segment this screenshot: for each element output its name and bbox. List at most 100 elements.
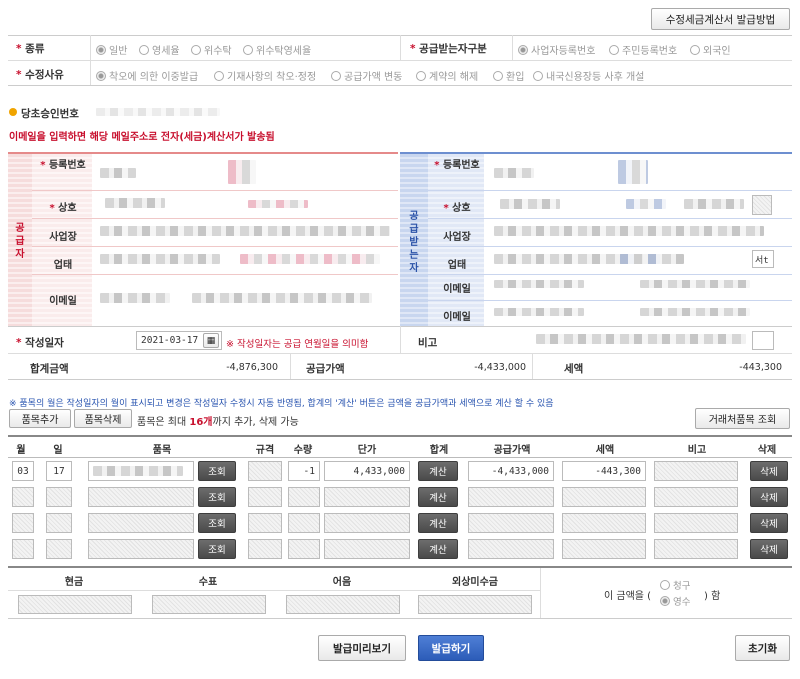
write-date-label: * 작성일자: [16, 337, 64, 349]
calendar-icon[interactable]: ▦: [203, 333, 219, 348]
item-tax-input[interactable]: [562, 487, 646, 507]
item-name-input[interactable]: [88, 513, 194, 533]
modify-reason-label: * 수정사유: [16, 69, 64, 81]
kind-radio-0[interactable]: 일반: [96, 42, 127, 57]
item-month-input[interactable]: [12, 487, 34, 507]
item-unit-price-input[interactable]: [324, 513, 410, 533]
col-remark: 비고: [687, 445, 707, 456]
bullet-icon: [9, 108, 17, 116]
item-day-input[interactable]: [46, 539, 72, 559]
original-approval-label: 당초승인번호: [21, 108, 79, 120]
buyer-business-button[interactable]: 서t: [752, 250, 774, 268]
reason-radio-3[interactable]: 계약의 해제: [416, 68, 478, 83]
item-month-input[interactable]: [12, 539, 34, 559]
item-remark-input[interactable]: [654, 461, 738, 481]
kind-radio-1[interactable]: 영세율: [139, 42, 180, 57]
item-supply-input[interactable]: [468, 513, 554, 533]
reset-button[interactable]: 초기화: [735, 635, 790, 661]
item-lookup-button[interactable]: 조회: [198, 539, 236, 559]
supplier-name-value: [105, 198, 165, 208]
pay-bill-label: 어음: [332, 577, 352, 588]
item-name-input[interactable]: [88, 461, 194, 481]
item-qty-input[interactable]: [288, 513, 320, 533]
receiver-type-radio-2[interactable]: 외국인: [690, 42, 731, 57]
pay-check-input[interactable]: [152, 595, 266, 614]
item-supply-input[interactable]: [468, 487, 554, 507]
pay-bill-input[interactable]: [286, 595, 400, 614]
item-unit-price-input[interactable]: 4,433,000: [324, 461, 410, 481]
delete-item-button[interactable]: 품목삭제: [74, 409, 132, 428]
item-tax-input[interactable]: [562, 513, 646, 533]
item-remark-input[interactable]: [654, 487, 738, 507]
item-lookup-button[interactable]: 조회: [198, 487, 236, 507]
item-unit-price-input[interactable]: [324, 487, 410, 507]
supplier-email-label: 이메일: [49, 296, 77, 307]
item-spec-input[interactable]: [248, 487, 282, 507]
item-tax-input[interactable]: [562, 539, 646, 559]
item-name-input[interactable]: [88, 487, 194, 507]
item-qty-input[interactable]: [288, 487, 320, 507]
receiver-type-radio-1[interactable]: 주민등록번호: [609, 42, 677, 57]
item-spec-input[interactable]: [248, 539, 282, 559]
item-month-input[interactable]: 03: [12, 461, 34, 481]
item-delete-button[interactable]: 삭제: [750, 539, 788, 559]
item-tax-input[interactable]: -443,300: [562, 461, 646, 481]
items-notice: ※ 품목의 월은 작성일자의 월이 표시되고 변경은 작성일자 수정시 자동 반…: [9, 399, 554, 409]
item-lookup-button[interactable]: 조회: [198, 461, 236, 481]
reason-radio-4[interactable]: 환입: [493, 68, 524, 83]
receiver-type-radio-0[interactable]: 사업자등록번호: [518, 42, 595, 57]
item-month-input[interactable]: [12, 513, 34, 533]
col-delete: 삭제: [757, 445, 777, 456]
reason-radio-5[interactable]: 내국신용장등 사후 개설: [533, 68, 644, 83]
issue-button[interactable]: 발급하기: [418, 635, 484, 661]
item-spec-input[interactable]: [248, 461, 282, 481]
item-spec-input[interactable]: [248, 513, 282, 533]
item-unit-price-input[interactable]: [324, 539, 410, 559]
item-remark-input[interactable]: [654, 513, 738, 533]
col-supply: 공급가액: [493, 445, 531, 456]
original-approval-value: [96, 108, 220, 116]
claim-radio[interactable]: 청구: [660, 578, 690, 592]
item-supply-input[interactable]: -4,433,000: [468, 461, 554, 481]
issue-method-button[interactable]: 수정세금계산서 발급방법: [651, 8, 790, 30]
kind-radio-2[interactable]: 위수탁: [191, 42, 232, 57]
pay-cash-label: 현금: [64, 577, 84, 588]
kind-radio-3[interactable]: 위수탁영세율: [243, 42, 311, 57]
item-name-value: [93, 466, 183, 476]
item-delete-button[interactable]: 삭제: [750, 487, 788, 507]
item-delete-button[interactable]: 삭제: [750, 461, 788, 481]
preview-button[interactable]: 발급미리보기: [318, 635, 406, 661]
supply-total-value: -4,433,000: [474, 362, 526, 373]
item-supply-input[interactable]: [468, 539, 554, 559]
item-calc-button[interactable]: 계산: [418, 487, 458, 507]
item-calc-button[interactable]: 계산: [418, 539, 458, 559]
reason-radio-1[interactable]: 기재사항의 착오·정정: [214, 68, 316, 83]
supplier-business-label: 업태: [53, 260, 73, 271]
item-remark-input[interactable]: [654, 539, 738, 559]
item-calc-button[interactable]: 계산: [418, 461, 458, 481]
item-day-input[interactable]: [46, 487, 72, 507]
item-day-input[interactable]: [46, 513, 72, 533]
supplier-address-label: 사업장: [49, 232, 77, 243]
item-qty-input[interactable]: -1: [288, 461, 320, 481]
buyer-address-value: [494, 226, 764, 236]
supplier-reg-value: [100, 168, 136, 178]
add-item-button[interactable]: 품목추가: [9, 409, 71, 428]
item-calc-button[interactable]: 계산: [418, 513, 458, 533]
remark-extra[interactable]: [752, 331, 774, 350]
pay-cash-input[interactable]: [18, 595, 132, 614]
item-day-input[interactable]: 17: [46, 461, 72, 481]
client-item-lookup-button[interactable]: 거래처품목 조회: [695, 408, 790, 429]
reason-radio-0[interactable]: 착오에 의한 이중발급: [96, 68, 198, 83]
item-lookup-button[interactable]: 조회: [198, 513, 236, 533]
buyer-name-lookup[interactable]: [752, 195, 772, 215]
item-qty-input[interactable]: [288, 539, 320, 559]
item-delete-button[interactable]: 삭제: [750, 513, 788, 533]
pay-credit-input[interactable]: [418, 595, 532, 614]
col-sum: 합계: [429, 445, 449, 456]
col-day: 일: [53, 445, 63, 456]
supplier-reg-label: * 등록번호: [40, 160, 86, 171]
reason-radio-2[interactable]: 공급가액 변동: [331, 68, 402, 83]
item-name-input[interactable]: [88, 539, 194, 559]
receipt-radio[interactable]: 영수: [660, 594, 690, 608]
